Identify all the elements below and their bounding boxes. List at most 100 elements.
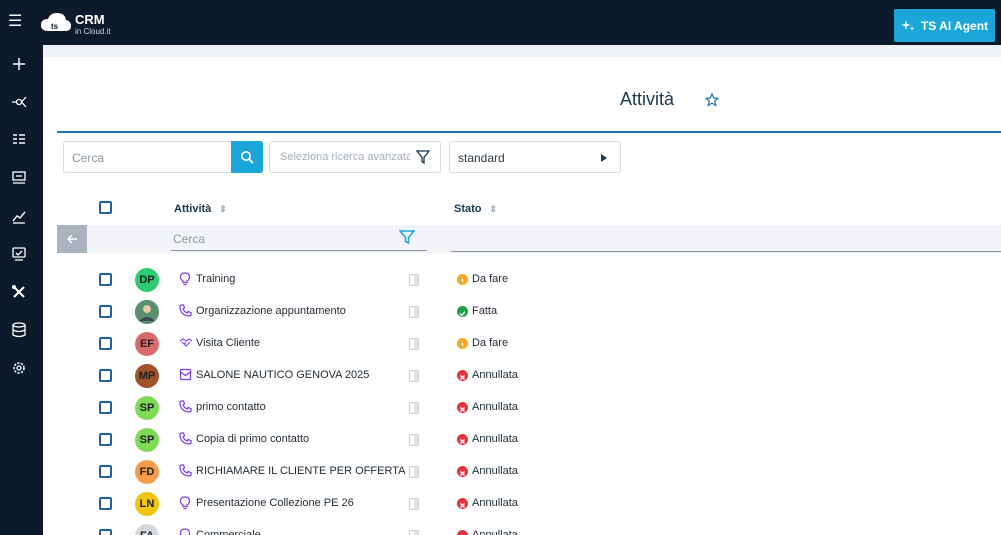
document-icon[interactable] <box>409 434 419 446</box>
document-icon[interactable] <box>409 498 419 510</box>
table-row[interactable]: LN Presentazione Collezione PE 26 Annull… <box>57 488 1001 520</box>
avatar[interactable]: FD <box>135 460 159 484</box>
orders-icon[interactable] <box>8 167 30 189</box>
status-icon <box>457 306 468 317</box>
row-checkbox[interactable] <box>99 529 112 535</box>
add-icon[interactable] <box>8 53 30 75</box>
select-all-checkbox[interactable] <box>99 201 112 214</box>
brand-subtitle: in Cloud.it <box>75 27 111 36</box>
document-icon[interactable] <box>409 370 419 382</box>
activity-title[interactable]: RICHIAMARE IL CLIENTE PER OFFERTA <box>196 465 405 477</box>
document-icon[interactable] <box>409 466 419 478</box>
ai-agent-button[interactable]: TS AI Agent <box>894 9 995 42</box>
logo[interactable]: ts CRM in Cloud.it <box>40 9 122 37</box>
activity-column-search-placeholder: Cerca <box>173 232 206 246</box>
status-label: Annullata <box>472 433 518 445</box>
tasks-icon[interactable] <box>8 243 30 265</box>
view-select[interactable]: standard <box>449 141 621 173</box>
menu-icon[interactable]: ☰ <box>8 12 26 32</box>
activity-title[interactable]: SALONE NAUTICO GENOVA 2025 <box>196 369 369 381</box>
status-icon <box>457 434 468 445</box>
svg-text:ts: ts <box>51 22 59 31</box>
avatar-initials: MP <box>138 370 156 382</box>
brand-name: CRM <box>75 12 105 27</box>
collapse-button[interactable] <box>57 225 87 253</box>
list-icon[interactable] <box>8 129 30 151</box>
left-rail <box>0 45 43 535</box>
status-label: Annullata <box>472 369 518 381</box>
activity-title[interactable]: Copia di primo contatto <box>196 433 309 445</box>
database-icon[interactable] <box>8 319 30 341</box>
avatar[interactable]: MP <box>135 364 159 388</box>
avatar[interactable] <box>135 300 159 324</box>
table-row[interactable]: SP primo contatto Annullata <box>57 392 1001 424</box>
chart-icon[interactable] <box>8 205 30 227</box>
search-icon <box>241 151 254 164</box>
sort-icon[interactable]: ⇕ <box>490 204 498 214</box>
star-icon[interactable] <box>705 93 719 107</box>
status-column-search[interactable] <box>451 251 1001 252</box>
avatar[interactable]: SP <box>135 396 159 420</box>
row-checkbox[interactable] <box>99 497 112 510</box>
document-icon[interactable] <box>409 402 419 414</box>
network-icon[interactable] <box>8 91 30 113</box>
avatar-initials: EF <box>139 338 155 350</box>
table-row[interactable]: EF Visita Cliente Da fare <box>57 328 1001 360</box>
lightbulb-icon <box>179 272 193 286</box>
column-header-activity[interactable]: Attività ⇕ <box>174 203 227 215</box>
phone-icon <box>179 304 193 318</box>
arrow-left-icon <box>66 234 77 244</box>
activity-title[interactable]: Commerciale <box>196 529 261 535</box>
view-select-value: standard <box>458 151 505 165</box>
table-row[interactable]: Organizzazione appuntamento Fatta <box>57 296 1001 328</box>
tools-icon[interactable] <box>8 281 30 303</box>
table-row[interactable]: SP Copia di primo contatto Annullata <box>57 424 1001 456</box>
avatar[interactable]: SP <box>135 428 159 452</box>
document-icon[interactable] <box>409 530 419 535</box>
status-label: Da fare <box>472 273 509 285</box>
avatar[interactable]: LN <box>135 492 159 516</box>
row-checkbox[interactable] <box>99 337 112 350</box>
row-checkbox[interactable] <box>99 401 112 414</box>
activity-title[interactable]: Training <box>196 273 235 285</box>
filter-icon <box>416 150 430 164</box>
lightbulb-icon <box>179 496 193 510</box>
row-checkbox[interactable] <box>99 305 112 318</box>
avatar[interactable]: EF <box>135 332 159 356</box>
column-header-status[interactable]: Stato ⇕ <box>454 203 497 215</box>
sort-icon[interactable]: ⇕ <box>219 204 227 214</box>
activity-title[interactable]: Organizzazione appuntamento <box>196 305 346 317</box>
row-checkbox[interactable] <box>99 465 112 478</box>
activity-title[interactable]: Presentazione Collezione PE 26 <box>196 497 354 509</box>
document-icon[interactable] <box>409 306 419 318</box>
avatar-initials: SP <box>139 402 155 414</box>
settings-icon[interactable] <box>8 357 30 379</box>
status-label: Fatta <box>472 305 498 317</box>
document-icon[interactable] <box>409 274 419 286</box>
ai-agent-label: TS AI Agent <box>920 18 989 33</box>
status-icon <box>457 466 468 477</box>
status-label: Annullata <box>472 401 518 413</box>
document-icon[interactable] <box>409 338 419 350</box>
status-label: Annullata <box>472 529 518 535</box>
avatar[interactable]: DP <box>135 268 159 292</box>
user-photo-icon <box>135 300 159 324</box>
search-button[interactable] <box>231 141 263 173</box>
table-row[interactable]: MP SALONE NAUTICO GENOVA 2025 Annullata <box>57 360 1001 392</box>
column-filter-icon[interactable] <box>399 229 415 245</box>
page-title: Attività <box>620 89 675 109</box>
activity-column-search[interactable]: Cerca <box>171 227 427 251</box>
row-checkbox[interactable] <box>99 433 112 446</box>
cloud-logo-icon: ts <box>41 13 71 31</box>
avatar[interactable]: FA <box>135 524 159 535</box>
advanced-search-select[interactable]: Seleziona ricerca avanzata <box>269 141 441 173</box>
table-row[interactable]: DP Training Da fare <box>57 264 1001 296</box>
activity-title[interactable]: primo contatto <box>196 401 266 413</box>
title-divider <box>57 131 1001 133</box>
sparkle-icon <box>900 19 915 31</box>
row-checkbox[interactable] <box>99 273 112 286</box>
row-checkbox[interactable] <box>99 369 112 382</box>
activity-title[interactable]: Visita Cliente <box>196 337 260 349</box>
table-row[interactable]: FD RICHIAMARE IL CLIENTE PER OFFERTA Ann… <box>57 456 1001 488</box>
table-row[interactable]: FA Commerciale Annullata <box>57 520 1001 535</box>
